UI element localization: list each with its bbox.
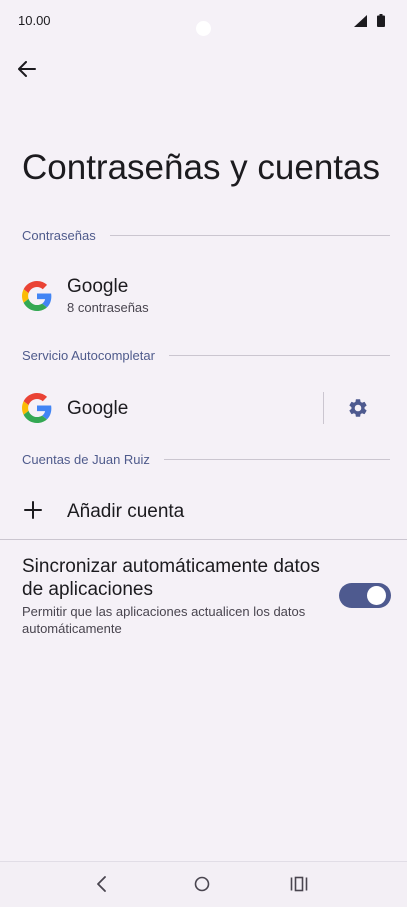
item-title: Google (67, 276, 129, 297)
sync-subtitle: Permitir que las aplicaciones actualicen… (22, 604, 306, 636)
sync-title: Sincronizar automáticamente datos de apl… (22, 556, 320, 600)
section-header-autofill: Servicio Autocompletar (22, 347, 390, 363)
google-icon (22, 281, 52, 311)
add-account-label: Añadir cuenta (67, 501, 185, 522)
section-header-label: Contraseñas (22, 227, 96, 243)
status-time: 10.00 (18, 13, 51, 28)
vertical-separator (323, 392, 324, 424)
section-divider (168, 354, 390, 356)
nav-home-button[interactable] (190, 872, 214, 896)
nav-back-button[interactable] (90, 872, 114, 896)
item-subtitle: 8 contraseñas (67, 300, 149, 315)
nav-recents-button[interactable] (287, 872, 311, 896)
sync-toggle[interactable] (339, 583, 391, 608)
back-button[interactable] (14, 56, 40, 82)
nav-home-icon (194, 876, 210, 892)
autofill-settings-button[interactable] (345, 395, 371, 421)
plus-icon (24, 501, 42, 519)
camera-cutout (196, 21, 211, 36)
section-header-label: Cuentas de Juan Ruiz (22, 451, 150, 467)
section-header-accounts: Cuentas de Juan Ruiz (22, 451, 390, 467)
battery-icon (377, 14, 385, 27)
nav-back-icon (97, 876, 106, 892)
section-divider (0, 539, 407, 540)
page-title: Contraseñas y cuentas (22, 148, 380, 187)
nav-recents-icon (290, 876, 308, 892)
section-divider (163, 458, 390, 460)
autofill-google-item[interactable]: Google (0, 378, 407, 438)
toggle-knob (367, 586, 386, 605)
status-bar: 10.00 (0, 0, 407, 40)
google-icon (22, 393, 52, 423)
section-header-label: Servicio Autocompletar (22, 347, 155, 363)
signal-icon (354, 15, 367, 27)
gear-icon (349, 399, 367, 417)
add-account-button[interactable]: Añadir cuenta (0, 484, 407, 536)
navigation-bar (0, 861, 407, 907)
section-divider (109, 234, 390, 236)
passwords-google-item[interactable]: Google 8 contraseñas (0, 262, 407, 330)
back-arrow-icon (18, 61, 36, 77)
item-title: Google (67, 398, 129, 419)
section-header-passwords: Contraseñas (22, 227, 390, 243)
